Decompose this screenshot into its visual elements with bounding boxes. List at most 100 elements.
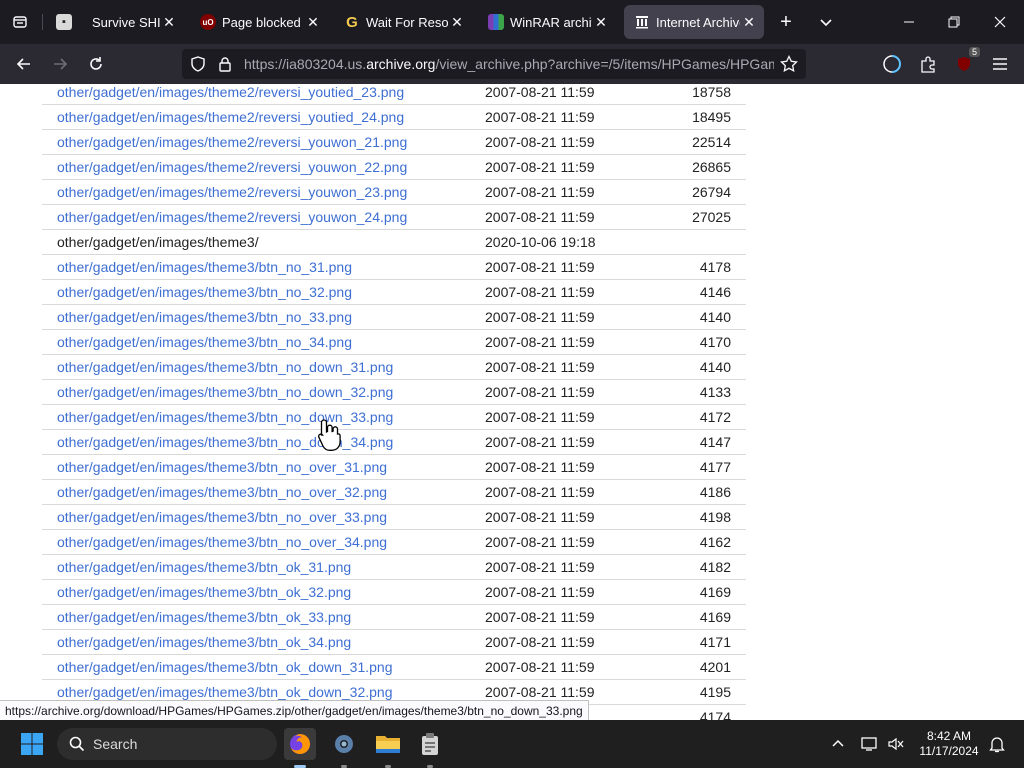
- minimize-icon[interactable]: [895, 8, 923, 36]
- file-date-cell: 2007-08-21 11:59: [485, 254, 635, 280]
- g-icon: G: [346, 13, 358, 31]
- file-date-cell: 2007-08-21 11:59: [485, 429, 635, 455]
- sync-icon[interactable]: [878, 50, 906, 78]
- tab-wait-for-resource[interactable]: G Wait For Resour ✕: [334, 5, 472, 39]
- file-size-cell: 4186: [635, 479, 746, 505]
- ublock-extension-icon[interactable]: 5: [950, 47, 980, 78]
- tab-title: Page blocked: [222, 14, 301, 30]
- file-link[interactable]: other/gadget/en/images/theme2/reversi_yo…: [57, 134, 407, 150]
- tab-winrar[interactable]: WinRAR archive ✕: [478, 5, 616, 39]
- reload-icon[interactable]: [82, 50, 110, 78]
- file-link[interactable]: other/gadget/en/images/theme3/btn_ok_34.…: [57, 634, 351, 650]
- file-size-cell: 4140: [635, 354, 746, 380]
- table-row: other/gadget/en/images/theme2/reversi_yo…: [42, 84, 746, 105]
- file-link[interactable]: other/gadget/en/images/theme2/reversi_yo…: [57, 109, 404, 125]
- file-date-cell: 2020-10-06 19:18: [485, 229, 635, 255]
- close-tab-icon[interactable]: ✕: [160, 14, 178, 31]
- url-bar[interactable]: https://ia803204.us.archive.org/view_arc…: [182, 49, 806, 79]
- navigation-bar: https://ia803204.us.archive.org/view_arc…: [0, 44, 1024, 84]
- file-name-cell: other/gadget/en/images/theme3/btn_no_ove…: [42, 529, 485, 555]
- file-date-cell: 2007-08-21 11:59: [485, 479, 635, 505]
- table-row: other/gadget/en/images/theme3/btn_ok_dow…: [42, 654, 746, 680]
- table-row: other/gadget/en/images/theme3/btn_no_33.…: [42, 304, 746, 330]
- close-tab-icon[interactable]: ✕: [304, 14, 322, 31]
- file-name-cell: other/gadget/en/images/theme3/btn_ok_dow…: [42, 654, 485, 680]
- taskbar-clock[interactable]: 8:42 AM 11/17/2024: [914, 729, 984, 759]
- taskbar-search[interactable]: Search: [57, 728, 277, 760]
- file-link[interactable]: other/gadget/en/images/theme2/reversi_yo…: [57, 159, 407, 175]
- file-date-cell: 2007-08-21 11:59: [485, 329, 635, 355]
- tab-survive[interactable]: ▪ Survive SHIN ✕: [46, 5, 184, 39]
- bookmark-star-icon[interactable]: [780, 54, 798, 78]
- file-link[interactable]: other/gadget/en/images/theme2/reversi_yo…: [57, 209, 407, 225]
- file-link[interactable]: other/gadget/en/images/theme3/btn_no_ove…: [57, 534, 387, 550]
- chevron-down-icon[interactable]: [812, 8, 840, 36]
- volume-muted-icon[interactable]: [880, 728, 912, 760]
- tab-title: Wait For Resour: [366, 14, 448, 30]
- close-window-icon[interactable]: [986, 8, 1014, 36]
- close-tab-icon[interactable]: ✕: [592, 14, 610, 31]
- menu-icon[interactable]: [986, 50, 1014, 78]
- clipboard-app-icon[interactable]: [414, 728, 446, 760]
- file-name-cell: other/gadget/en/images/theme2/reversi_yo…: [42, 179, 485, 205]
- tab-page-blocked[interactable]: uO Page blocked ✕: [190, 5, 328, 39]
- file-link[interactable]: other/gadget/en/images/theme3/btn_no_ove…: [57, 509, 387, 525]
- file-name-cell: other/gadget/en/images/theme3/btn_no_ove…: [42, 454, 485, 480]
- link-status-tooltip: https://archive.org/download/HPGames/HPG…: [0, 700, 589, 721]
- file-link[interactable]: other/gadget/en/images/theme3/btn_ok_33.…: [57, 609, 351, 625]
- file-date-cell: 2007-08-21 11:59: [485, 554, 635, 580]
- file-link[interactable]: other/gadget/en/images/theme3/btn_no_34.…: [57, 334, 352, 350]
- file-link[interactable]: other/gadget/en/images/theme3/btn_no_33.…: [57, 309, 352, 325]
- restore-icon[interactable]: [940, 8, 968, 36]
- file-link[interactable]: other/gadget/en/images/theme3/btn_ok_31.…: [57, 559, 351, 575]
- chevron-up-icon[interactable]: [822, 728, 854, 760]
- url-text[interactable]: https://ia803204.us.archive.org/view_arc…: [244, 56, 774, 72]
- file-name-cell: other/gadget/en/images/theme3/btn_no_dow…: [42, 429, 485, 455]
- table-row: other/gadget/en/images/theme3/btn_no_ove…: [42, 504, 746, 530]
- file-link[interactable]: other/gadget/en/images/theme3/btn_no_32.…: [57, 284, 352, 300]
- file-explorer-icon[interactable]: [372, 728, 404, 760]
- settings-gear-icon[interactable]: [328, 728, 360, 760]
- firefox-icon[interactable]: [284, 728, 316, 760]
- file-link[interactable]: other/gadget/en/images/theme3/btn_no_ove…: [57, 459, 387, 475]
- file-size-cell: 4198: [635, 504, 746, 530]
- file-name-cell: other/gadget/en/images/theme3/btn_no_dow…: [42, 404, 485, 430]
- tab-internet-archive[interactable]: Internet Archive ✕: [624, 5, 764, 39]
- table-row: other/gadget/en/images/theme3/btn_no_dow…: [42, 404, 746, 430]
- windows-start-icon[interactable]: [16, 728, 48, 760]
- table-row: other/gadget/en/images/theme2/reversi_yo…: [42, 154, 746, 180]
- close-tab-icon[interactable]: ✕: [740, 14, 758, 31]
- file-link[interactable]: other/gadget/en/images/theme3/btn_ok_32.…: [57, 584, 351, 600]
- notification-bell-icon[interactable]: [981, 728, 1013, 760]
- file-size-cell: 27025: [635, 204, 746, 230]
- table-row: other/gadget/en/images/theme3/btn_ok_34.…: [42, 629, 746, 655]
- file-name-cell: other/gadget/en/images/theme3/btn_ok_33.…: [42, 604, 485, 630]
- file-link[interactable]: other/gadget/en/images/theme3/btn_no_dow…: [57, 384, 393, 400]
- table-row: other/gadget/en/images/theme3/btn_no_dow…: [42, 354, 746, 380]
- file-link[interactable]: other/gadget/en/images/theme3/btn_no_31.…: [57, 259, 352, 275]
- file-date-cell: 2007-08-21 11:59: [485, 404, 635, 430]
- file-date-cell: 2007-08-21 11:59: [485, 654, 635, 680]
- table-row: other/gadget/en/images/theme3/2020-10-06…: [42, 229, 746, 255]
- file-link[interactable]: other/gadget/en/images/theme3/btn_ok_dow…: [57, 684, 392, 700]
- file-link[interactable]: other/gadget/en/images/theme2/reversi_yo…: [57, 84, 404, 100]
- file-link[interactable]: other/gadget/en/images/theme3/btn_no_dow…: [57, 359, 393, 375]
- back-icon[interactable]: [10, 50, 38, 78]
- new-tab-icon[interactable]: +: [772, 8, 800, 36]
- file-name-cell: other/gadget/en/images/theme3/btn_no_dow…: [42, 354, 485, 380]
- table-row: other/gadget/en/images/theme3/btn_no_dow…: [42, 379, 746, 405]
- file-link[interactable]: other/gadget/en/images/theme3/btn_ok_dow…: [57, 659, 392, 675]
- tab-title: Internet Archive: [656, 14, 740, 30]
- extensions-icon[interactable]: [914, 50, 942, 78]
- file-link[interactable]: other/gadget/en/images/theme3/btn_no_ove…: [57, 484, 387, 500]
- tab-strip: ▪ Survive SHIN ✕ uO Page blocked ✕ G Wai…: [0, 0, 1024, 44]
- tab-list-icon[interactable]: [6, 8, 34, 36]
- lock-icon[interactable]: [218, 56, 232, 77]
- forward-icon[interactable]: [46, 50, 74, 78]
- file-name-cell: other/gadget/en/images/theme2/reversi_yo…: [42, 84, 485, 105]
- file-date-cell: 2007-08-21 11:59: [485, 579, 635, 605]
- file-link[interactable]: other/gadget/en/images/theme2/reversi_yo…: [57, 184, 407, 200]
- file-size-cell: 4162: [635, 529, 746, 555]
- close-tab-icon[interactable]: ✕: [448, 14, 466, 31]
- shield-icon[interactable]: [190, 56, 206, 77]
